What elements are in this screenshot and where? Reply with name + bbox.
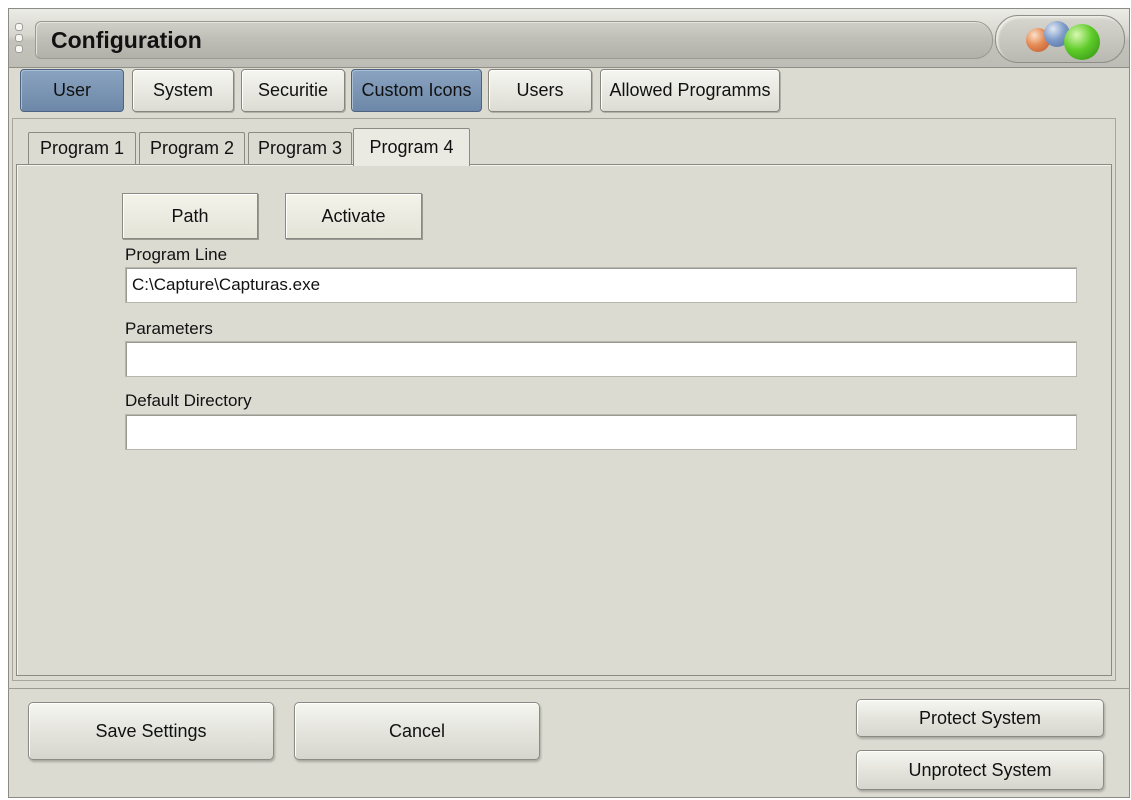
subtab-program-2[interactable]: Program 2 — [139, 132, 245, 164]
activate-button[interactable]: Activate — [285, 193, 422, 239]
save-settings-button[interactable]: Save Settings — [28, 702, 274, 760]
path-button[interactable]: Path — [122, 193, 258, 239]
tab-system[interactable]: System — [132, 69, 234, 112]
drag-grip-icon[interactable] — [15, 23, 23, 53]
title-bar[interactable]: Configuration — [9, 9, 1129, 68]
subtab-program-3[interactable]: Program 3 — [248, 132, 352, 164]
tab-users[interactable]: Users — [488, 69, 592, 112]
program-line-label: Program Line — [125, 245, 228, 264]
protect-system-button[interactable]: Protect System — [856, 699, 1104, 737]
default-directory-label: Default Directory — [125, 391, 252, 410]
grip-dot — [15, 23, 23, 31]
subtab-program-1[interactable]: Program 1 — [28, 132, 136, 164]
program-line-input[interactable] — [125, 267, 1077, 303]
tab-custom-icons[interactable]: Custom Icons — [351, 69, 482, 112]
grip-dot — [15, 34, 23, 42]
close-orb-icon[interactable] — [1064, 24, 1100, 60]
tab-allowed-programms[interactable]: Allowed Programms — [600, 69, 780, 112]
tab-user[interactable]: User — [20, 69, 124, 112]
window-title: Configuration — [51, 27, 202, 53]
default-directory-input[interactable] — [125, 414, 1077, 450]
footer-divider — [8, 688, 1130, 689]
parameters-input[interactable] — [125, 341, 1077, 377]
cancel-button[interactable]: Cancel — [294, 702, 540, 760]
window-controls — [995, 15, 1125, 63]
subtab-program-4[interactable]: Program 4 — [353, 128, 470, 166]
parameters-label: Parameters — [125, 319, 213, 338]
grip-dot — [15, 45, 23, 53]
tab-securitie[interactable]: Securitie — [241, 69, 345, 112]
unprotect-system-button[interactable]: Unprotect System — [856, 750, 1104, 790]
